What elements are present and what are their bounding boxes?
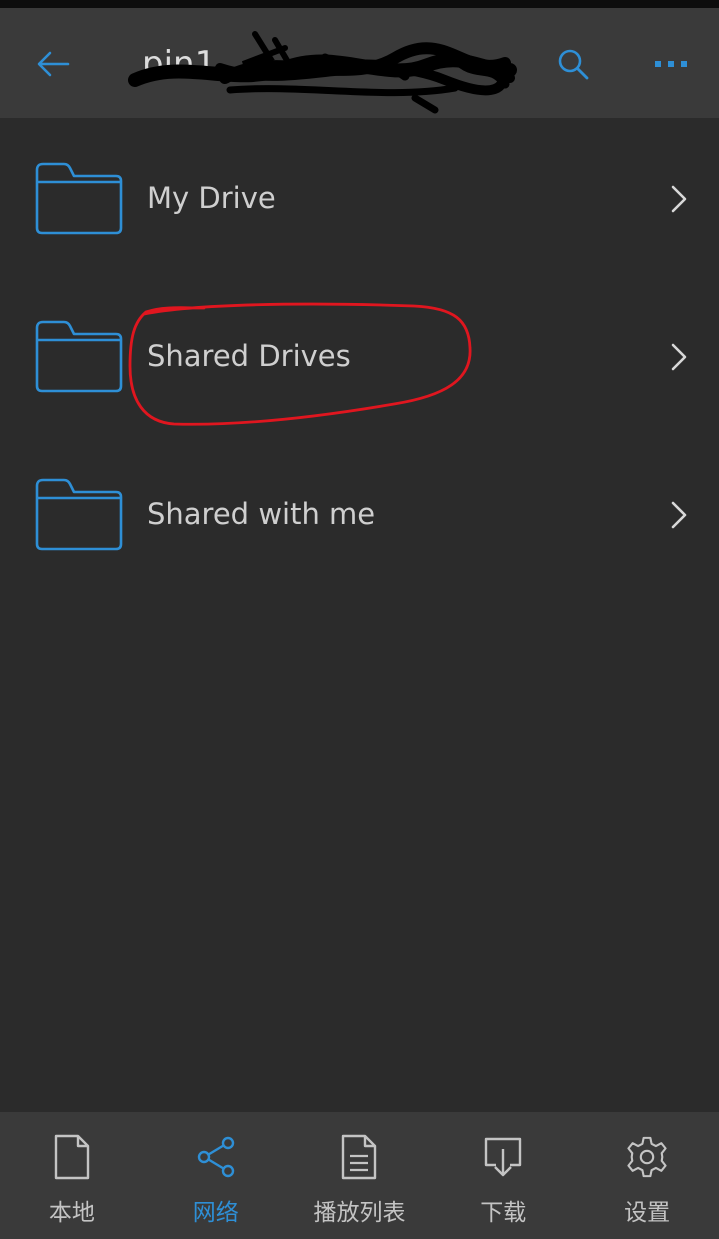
folder-icon [35,478,123,551]
folder-icon [35,162,123,235]
nav-label: 设置 [624,1200,671,1226]
list-item-shared-with-me[interactable]: Shared with me [0,434,719,592]
more-horizontal-icon [655,61,687,67]
item-label: Shared with me [147,497,376,531]
bottom-navigation: 本地 网络 播放列表 下载 设置 [0,1112,719,1239]
share-icon [197,1136,234,1178]
download-icon [485,1137,522,1177]
chevron-right-icon [671,185,687,213]
chevron-right-icon [671,501,687,529]
app-header: pin1 [0,8,719,118]
list-item-my-drive[interactable]: My Drive [0,118,719,276]
nav-item-settings[interactable]: 设置 [575,1112,719,1239]
nav-item-network[interactable]: 网络 [144,1112,288,1239]
item-label: Shared Drives [147,339,351,373]
nav-item-download[interactable]: 下载 [431,1112,575,1239]
status-bar-strip [0,0,719,8]
nav-label: 下载 [480,1200,527,1226]
gear-icon [627,1136,667,1178]
nav-item-playlist[interactable]: 播放列表 [288,1112,432,1239]
item-label: My Drive [147,181,276,215]
search-icon [558,49,589,80]
redaction-scribble [128,31,517,114]
chevron-right-icon [671,343,687,371]
nav-label: 播放列表 [313,1200,406,1226]
nav-label: 本地 [48,1200,95,1226]
nav-label: 网络 [192,1200,239,1226]
search-button[interactable] [548,42,598,86]
arrow-left-icon [37,51,70,77]
list-item-shared-drives[interactable]: Shared Drives [0,276,719,434]
nav-item-local[interactable]: 本地 [0,1112,144,1239]
back-button[interactable] [28,42,78,86]
playlist-doc-icon [342,1134,377,1180]
more-options-button[interactable] [646,42,696,86]
file-icon [54,1134,90,1180]
folder-icon [35,320,123,393]
